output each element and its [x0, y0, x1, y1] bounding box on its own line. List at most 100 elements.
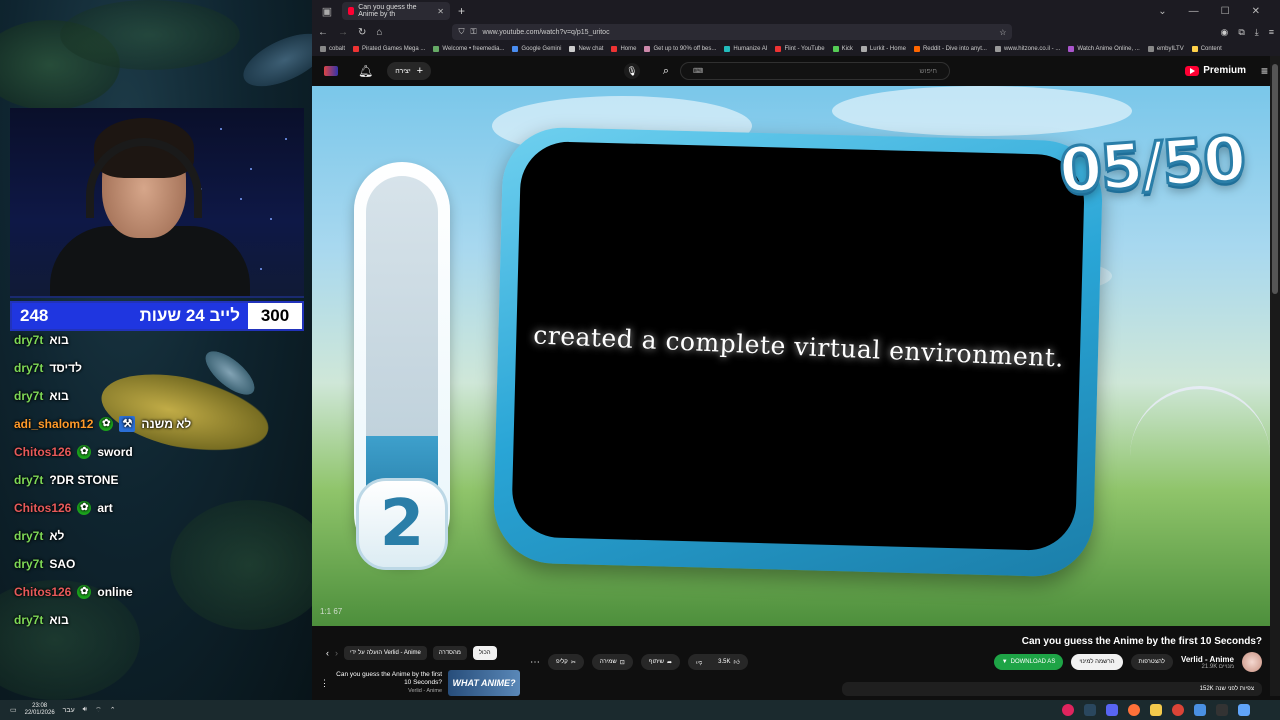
chat-username[interactable]: dry7t [14, 529, 43, 543]
recommended-video[interactable]: ⋮ Can you guess the Anime by the first 1… [320, 670, 520, 696]
extensions-icon[interactable]: ⧉ [1238, 27, 1244, 38]
youtube-app-icon[interactable] [1062, 704, 1074, 716]
bookmark-item[interactable]: New chat [569, 46, 603, 52]
chip-uploader[interactable]: הועלה על ידי Verlid - Anime [344, 646, 427, 660]
chat-username[interactable]: dry7t [14, 557, 43, 571]
firefox-app-icon[interactable] [1128, 704, 1140, 716]
chat-username[interactable]: Chitos126 [14, 501, 71, 515]
share-button[interactable]: שיתוף ➦ [640, 654, 681, 670]
lock-icon[interactable]: ⚿ [470, 27, 476, 37]
discord-app-icon[interactable] [1106, 704, 1118, 716]
account-icon[interactable]: ◉ [1220, 27, 1228, 38]
bookmark-favicon-icon [433, 46, 440, 52]
chrome-app-icon[interactable] [1172, 704, 1184, 716]
chat-message: Chitos126 ✿ online [14, 578, 304, 606]
home-icon[interactable]: ⌂ [376, 27, 382, 38]
chat-username[interactable]: dry7t [14, 389, 43, 403]
channel-name[interactable]: Verlid - Anime [1181, 655, 1234, 664]
forward-icon[interactable]: → [338, 27, 348, 38]
reload-icon[interactable]: ↻ [358, 27, 366, 38]
chat-username[interactable]: adi_shalom12 [14, 417, 93, 431]
folder-app-icon[interactable] [1150, 704, 1162, 716]
bookmark-item[interactable]: Lurkit - Home [860, 46, 906, 52]
channel-avatar[interactable] [1242, 652, 1262, 672]
chat-username[interactable]: dry7t [14, 473, 43, 487]
bookmark-item[interactable]: www.hitzone.co.il - ... [994, 46, 1060, 52]
chip-series[interactable]: מהסדרה [432, 646, 467, 660]
save-button[interactable]: שמירה ⊡ [591, 654, 633, 670]
hamburger-menu-icon[interactable]: ≡ [1261, 64, 1268, 78]
chip-all[interactable]: הכול [472, 646, 497, 660]
bookmark-item[interactable]: Pirated Games Mega ... [353, 46, 425, 52]
bookmark-item[interactable]: Kick [832, 46, 853, 52]
more-icon[interactable]: ⋯ [530, 657, 540, 668]
chevron-down-icon[interactable]: ⌄ [1158, 6, 1166, 17]
new-tab-icon[interactable]: + [458, 4, 465, 18]
start-icon[interactable] [1238, 704, 1250, 716]
create-button[interactable]: יצירה + [387, 62, 432, 80]
notification-icon[interactable]: ▭ [10, 706, 17, 714]
bookmark-item[interactable]: Home [611, 46, 636, 52]
bell-icon[interactable]: 🔔︎ [358, 64, 373, 78]
minimize-icon[interactable]: — [1189, 6, 1199, 17]
downloads-icon[interactable]: ⤓ [1255, 27, 1259, 38]
chat-username[interactable]: dry7t [14, 333, 43, 347]
chat-message: dry7t בוא [14, 382, 304, 410]
description-box[interactable]: 152K צפיות לפני שנה [842, 682, 1262, 696]
maximize-icon[interactable]: ☐ [1221, 6, 1230, 17]
terminal-app-icon[interactable] [1216, 704, 1228, 716]
bookmark-item[interactable]: embyILTV [1147, 46, 1184, 52]
bookmark-item[interactable]: Reddit - Dive into anyt... [913, 46, 987, 52]
browser-app-icon[interactable] [1194, 704, 1206, 716]
bookmark-item[interactable]: Google Gemini [512, 46, 561, 52]
shield-icon[interactable]: ⛉ [458, 27, 464, 37]
subscribe-button[interactable]: הרשמה למינוי [1071, 654, 1123, 670]
video-player[interactable]: 2 created a complete virtual environment… [312, 86, 1270, 626]
like-icon[interactable]: 👍︎ [734, 658, 740, 666]
channel-row: Verlid - Anime 21.9K מנויים להצטרפות הרש… [993, 652, 1262, 672]
wifi-icon[interactable]: ⌔ [95, 706, 102, 715]
bookmark-item[interactable]: Get up to 90% off bes... [644, 46, 716, 52]
download-button[interactable]: ▼ DOWNLOAD AS [993, 654, 1064, 670]
chevron-up-icon[interactable]: ⌃ [110, 706, 116, 714]
chevron-right-icon[interactable]: › [335, 648, 338, 658]
microphone-icon[interactable]: 🎙︎ [624, 63, 640, 79]
volume-icon[interactable]: 🔊︎ [83, 706, 87, 714]
tab-list-icon[interactable]: ▣ [312, 5, 342, 18]
youtube-logo[interactable]: Premium [1185, 65, 1246, 76]
bookmark-item[interactable]: cobalt [320, 46, 345, 52]
keyboard-icon[interactable]: ⌨ [693, 67, 703, 75]
clip-button[interactable]: קליפ ✂ [548, 654, 584, 670]
close-window-icon[interactable]: ✕ [1252, 6, 1260, 17]
bookmark-item[interactable]: Content [1191, 46, 1222, 52]
chat-username[interactable]: Chitos126 [14, 585, 71, 599]
clip-label: קליפ [556, 659, 568, 665]
chevron-left-icon[interactable]: ‹ [326, 648, 329, 658]
chat-username[interactable]: dry7t [14, 613, 43, 627]
browser-tab[interactable]: Can you guess the Anime by th ✕ [342, 2, 450, 20]
save-label: שמירה [599, 659, 617, 665]
dislike-icon[interactable]: 👎︎ [696, 658, 702, 666]
more-vertical-icon[interactable]: ⋮ [320, 678, 329, 689]
search-input[interactable] [703, 67, 937, 75]
url-bar[interactable]: ⛉ ⚿ www.youtube.com/watch?v=q/p15_uritoc… [452, 24, 1013, 40]
page-scrollbar[interactable] [1270, 56, 1280, 696]
clock[interactable]: 23:08 22/01/2026 [25, 703, 55, 716]
search-box[interactable]: ⌨ [680, 62, 950, 80]
steam-app-icon[interactable] [1084, 704, 1096, 716]
bookmark-label: Welcome • freemedia... [442, 46, 505, 52]
chat-username[interactable]: Chitos126 [14, 445, 71, 459]
menu-icon[interactable]: ≡ [1269, 27, 1274, 38]
back-icon[interactable]: ← [318, 27, 328, 38]
user-avatar[interactable] [324, 66, 338, 76]
bookmark-item[interactable]: Flint - YouTube [775, 46, 825, 52]
search-icon[interactable]: ⌕ [656, 61, 676, 81]
bookmark-item[interactable]: Welcome • freemedia... [433, 46, 504, 52]
language-indicator[interactable]: עבר [63, 707, 75, 714]
join-button[interactable]: להצטרפות [1130, 654, 1173, 670]
chat-username[interactable]: dry7t [14, 361, 43, 375]
star-icon[interactable]: ☆ [999, 28, 1006, 37]
close-icon[interactable]: ✕ [437, 7, 444, 16]
bookmark-item[interactable]: Watch Anime Online, ... [1068, 46, 1140, 52]
bookmark-item[interactable]: Humanize AI [724, 46, 767, 52]
